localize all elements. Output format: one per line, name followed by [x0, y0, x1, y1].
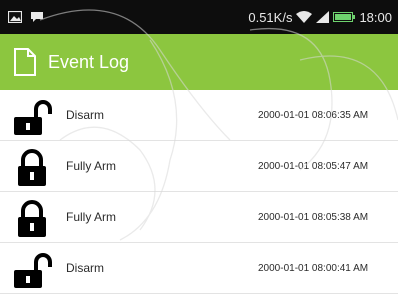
- signal-icon: [316, 11, 330, 23]
- event-timestamp: 2000-01-01 08:05:38 AM: [258, 211, 369, 223]
- app-bar: Event Log: [0, 34, 398, 90]
- chat-icon: [31, 12, 43, 22]
- event-action: Fully Arm: [66, 210, 117, 224]
- clock: 18:00: [359, 9, 392, 25]
- event-timestamp: 2000-01-01 08:05:47 AM: [258, 160, 369, 172]
- page-title: Event Log: [48, 51, 130, 72]
- status-left-icons: [8, 11, 44, 23]
- battery-icon: [333, 12, 356, 22]
- event-action: Fully Arm: [66, 159, 117, 173]
- event-action: Disarm: [66, 261, 104, 275]
- event-action: Disarm: [66, 108, 104, 122]
- list-item[interactable]: Disarm 2000-01-01 08:00:41 AM: [0, 243, 398, 294]
- event-timestamp: 2000-01-01 08:06:35 AM: [258, 109, 369, 121]
- unlocked-padlock-icon: [14, 100, 52, 135]
- locked-padlock-icon: [18, 149, 46, 186]
- document-icon: [14, 48, 36, 76]
- status-bar: 0.51K/s 18:00: [0, 0, 398, 34]
- list-item[interactable]: Disarm 2000-01-01 08:06:35 AM: [0, 90, 398, 141]
- wifi-icon: [296, 11, 313, 23]
- network-speed: 0.51K/s: [248, 9, 293, 25]
- list-item[interactable]: Fully Arm 2000-01-01 08:05:47 AM: [0, 141, 398, 192]
- event-timestamp: 2000-01-01 08:00:41 AM: [258, 262, 369, 274]
- locked-padlock-icon: [18, 200, 46, 237]
- list-item[interactable]: Fully Arm 2000-01-01 08:05:38 AM: [0, 192, 398, 243]
- image-icon: [8, 11, 22, 23]
- event-list[interactable]: Disarm 2000-01-01 08:06:35 AM Fully Arm …: [0, 90, 398, 294]
- unlocked-padlock-icon: [14, 253, 52, 288]
- status-right: 0.51K/s 18:00: [248, 10, 392, 25]
